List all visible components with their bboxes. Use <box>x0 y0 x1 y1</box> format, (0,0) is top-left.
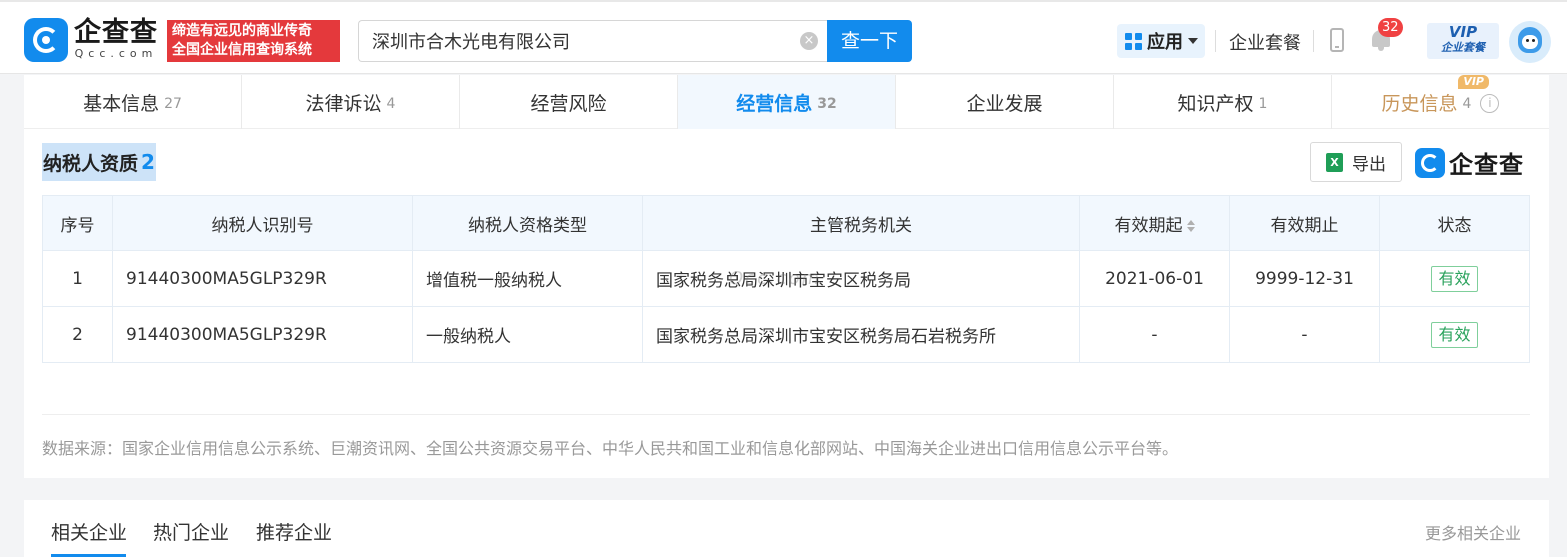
tax-authority-link[interactable]: 国家税务总局深圳市宝安区税务局 <box>642 250 1080 307</box>
status-badge: 有效 <box>1431 321 1478 348</box>
chevron-down-icon <box>1188 38 1198 44</box>
related-companies-panel: 相关企业 热门企业 推荐企业 更多相关企业 <box>24 500 1549 557</box>
divider <box>1313 30 1314 52</box>
divider <box>1215 30 1216 52</box>
tab-operating-info[interactable]: 经营信息 32 <box>678 75 896 129</box>
tab-development[interactable]: 企业发展 <box>896 75 1114 129</box>
more-related-link[interactable]: 更多相关企业 <box>1425 520 1521 544</box>
logo-icon <box>24 18 68 62</box>
search-box: × <box>358 20 828 62</box>
tax-authority-link[interactable]: 国家税务总局深圳市宝安区税务局石岩税务所 <box>642 306 1080 363</box>
search-input[interactable] <box>359 21 779 61</box>
watermark: Qcc.com <box>729 268 822 289</box>
tab-operating-risk[interactable]: 经营风险 <box>460 75 678 129</box>
section-title: 纳税人资质 2 <box>42 143 156 181</box>
excel-icon: X <box>1326 152 1343 172</box>
main-tabs: 基本信息 27 法律诉讼 4 经营风险 经营信息 32 企业发展 知识产权 1 VIP … <box>24 75 1549 129</box>
tab-recommended-companies[interactable]: 推荐企业 <box>256 518 332 545</box>
tab-related-companies[interactable]: 相关企业 <box>51 518 127 545</box>
tab-history[interactable]: VIP 历史信息 4 i <box>1332 75 1549 129</box>
logo-domain: Qcc.com <box>74 47 158 60</box>
mobile-icon[interactable] <box>1330 28 1344 52</box>
avatar[interactable] <box>1509 21 1551 63</box>
info-icon[interactable]: i <box>1480 93 1500 113</box>
table-header-row: 序号 纳税人识别号 纳税人资格类型 主管税务机关 有效期起 有效期止 状态 <box>42 195 1530 251</box>
taxpayer-panel: 纳税人资质 2 X 导出 企查查 序号 纳税人识别号 纳税人资格类型 主管税务机关… <box>24 129 1549 478</box>
top-header: 企查查 Qcc.com 缔造有远见的商业传奇 全国企业信用查询系统 × 查一下 … <box>0 0 1567 74</box>
vip-tag: VIP <box>1458 75 1489 89</box>
tab-ip[interactable]: 知识产权 1 <box>1114 75 1332 129</box>
qcc-brand-mark: 企查查 <box>1415 145 1524 180</box>
grid-icon <box>1125 32 1142 50</box>
export-button[interactable]: X 导出 <box>1310 142 1402 182</box>
apps-menu[interactable]: 应用 <box>1117 24 1205 58</box>
sort-icon[interactable] <box>1186 219 1195 232</box>
logo-name: 企查查 <box>74 17 158 48</box>
data-source-note: 数据来源：国家企业信用信息公示系统、巨潮资讯网、全国公共资源交易平台、中华人民共… <box>42 439 1179 458</box>
slogan-banner: 缔造有远见的商业传奇 全国企业信用查询系统 <box>167 20 340 62</box>
divider <box>42 414 1530 415</box>
section-count: 2 <box>141 150 155 174</box>
tab-legal[interactable]: 法律诉讼 4 <box>242 75 460 129</box>
status-badge: 有效 <box>1431 265 1478 292</box>
qcc-logo[interactable]: 企查查 Qcc.com <box>24 18 158 62</box>
enterprise-suite-link[interactable]: 企业套餐 <box>1229 29 1301 55</box>
tab-basic-info[interactable]: 基本信息 27 <box>24 75 242 129</box>
vip-button[interactable]: VIP 企业套餐 <box>1427 23 1499 59</box>
clear-icon[interactable]: × <box>800 32 818 50</box>
search-button[interactable]: 查一下 <box>827 20 912 62</box>
sortable-header[interactable]: 有效期起 <box>1079 195 1230 251</box>
tab-hot-companies[interactable]: 热门企业 <box>153 518 229 545</box>
logo-icon <box>1415 147 1445 178</box>
notification-badge: 32 <box>1378 18 1403 37</box>
table-row: 2 91440300MA5GLP329R 一般纳税人 国家税务总局深圳市宝安区税… <box>42 306 1530 363</box>
